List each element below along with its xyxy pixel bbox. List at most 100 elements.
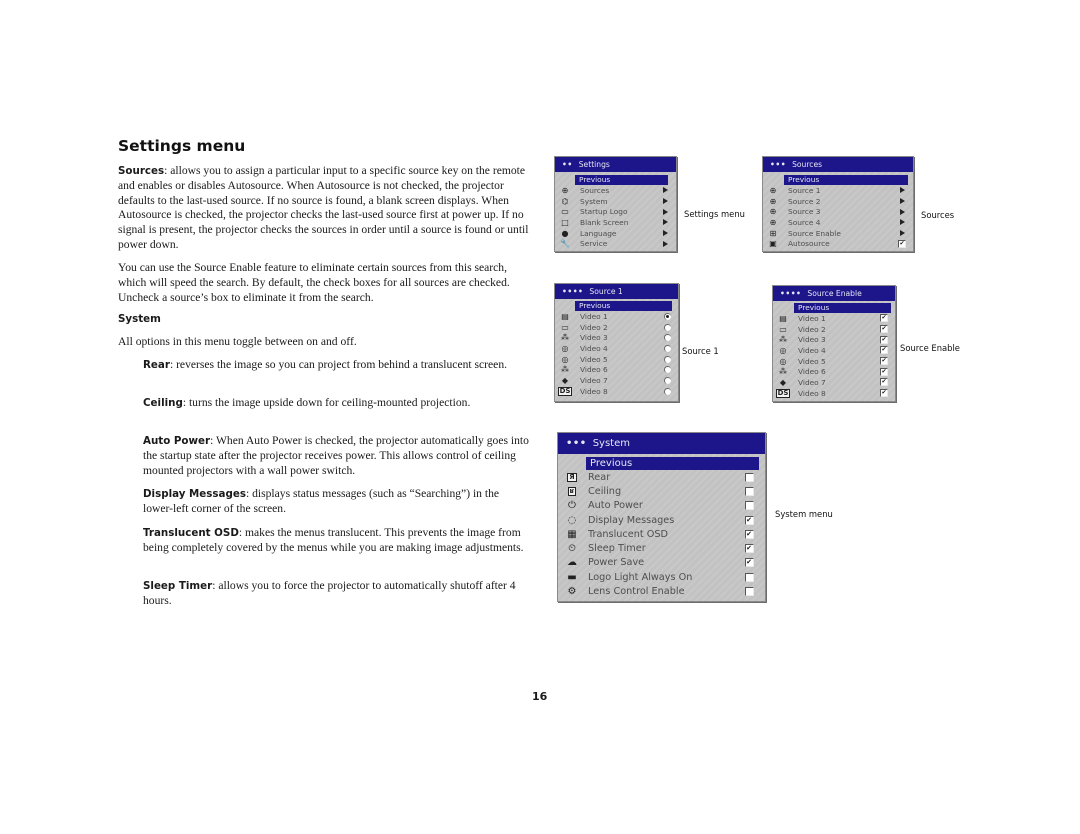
menu-item[interactable]: ▭ Video 2 ✔	[773, 324, 895, 335]
menu-item-control[interactable]	[743, 587, 755, 597]
menu-item-control[interactable]	[662, 376, 672, 384]
radio-unselected[interactable]	[663, 323, 671, 331]
menu-item-control[interactable]	[660, 208, 670, 215]
checkbox-unchecked[interactable]	[744, 572, 754, 582]
menu-item[interactable]: ◎ Video 5	[555, 354, 678, 365]
menu-item-control[interactable]: ✔	[743, 544, 755, 554]
radio-unselected[interactable]	[663, 376, 671, 384]
previous-item[interactable]: Previous	[784, 175, 908, 185]
menu-item-control[interactable]: ✔	[879, 367, 889, 376]
menu-item[interactable]: ◎ Video 4 ✔	[773, 345, 895, 356]
menu-item-control[interactable]	[743, 572, 755, 582]
checkbox-unchecked[interactable]	[744, 472, 754, 482]
menu-item-control[interactable]: ✔	[743, 558, 755, 568]
checkbox-checked[interactable]: ✔	[880, 314, 888, 323]
menu-item[interactable]: ▣ Autosource ✔	[763, 238, 913, 249]
menu-item-control[interactable]	[660, 198, 670, 205]
menu-item-control[interactable]	[660, 240, 670, 247]
menu-item[interactable]: ⊞ Source Enable	[763, 228, 913, 239]
menu-item[interactable]: ▤ Video 1 ✔	[773, 313, 895, 324]
menu-item[interactable]: ▭ Startup Logo	[555, 206, 676, 217]
menu-item[interactable]: Я Rear	[558, 470, 765, 484]
checkbox-unchecked[interactable]	[744, 587, 754, 597]
menu-item-control[interactable]	[897, 208, 907, 215]
menu-item[interactable]: ⁂ Video 3	[555, 332, 678, 343]
checkbox-checked[interactable]: ✔	[880, 357, 888, 366]
menu-item[interactable]: ⊕ Source 3	[763, 206, 913, 217]
menu-item-control[interactable]: ✔	[879, 378, 889, 387]
checkbox-unchecked[interactable]	[744, 501, 754, 511]
menu-item[interactable]: ◎ Video 5 ✔	[773, 356, 895, 367]
menu-item-control[interactable]: ✔	[897, 239, 907, 248]
menu-item[interactable]: DS Video 8 ✔	[773, 388, 895, 399]
previous-item[interactable]: Previous	[575, 175, 668, 185]
menu-item[interactable]: ⊕ Source 2	[763, 196, 913, 207]
menu-item[interactable]: ▬ Logo Light Always On	[558, 570, 765, 584]
menu-item-control[interactable]: ✔	[879, 325, 889, 334]
radio-unselected[interactable]	[663, 334, 671, 342]
checkbox-checked[interactable]: ✔	[744, 515, 754, 525]
menu-item-control[interactable]: ✔	[879, 335, 889, 344]
radio-unselected[interactable]	[663, 344, 671, 352]
previous-item[interactable]: Previous	[794, 303, 891, 313]
menu-item-control[interactable]: ✔	[879, 389, 889, 398]
checkbox-checked[interactable]: ✔	[744, 544, 754, 554]
checkbox-checked[interactable]: ✔	[744, 529, 754, 539]
radio-unselected[interactable]	[663, 366, 671, 374]
menu-item-control[interactable]: ✔	[879, 314, 889, 323]
radio-unselected[interactable]	[663, 387, 671, 395]
menu-item[interactable]: ◌ Display Messages ✔	[558, 513, 765, 527]
menu-item-control[interactable]	[662, 366, 672, 374]
menu-item[interactable]: ʁ Ceiling	[558, 484, 765, 498]
menu-item[interactable]: ⏲ Sleep Timer ✔	[558, 541, 765, 555]
menu-item-control[interactable]	[897, 187, 907, 194]
menu-item[interactable]: ⌬ System	[555, 196, 676, 207]
checkbox-unchecked[interactable]	[744, 486, 754, 496]
checkbox-checked[interactable]: ✔	[898, 239, 906, 248]
checkbox-checked[interactable]: ✔	[880, 378, 888, 387]
previous-item[interactable]: Previous	[575, 301, 672, 311]
menu-item[interactable]: DS Video 8	[555, 386, 678, 397]
menu-item-control[interactable]	[662, 355, 672, 363]
checkbox-checked[interactable]: ✔	[880, 335, 888, 344]
menu-item-control[interactable]	[897, 198, 907, 205]
menu-item[interactable]: ◆ Video 7	[555, 375, 678, 386]
menu-item-control[interactable]	[662, 344, 672, 352]
menu-item-control[interactable]	[662, 323, 672, 331]
menu-item[interactable]: ⊕ Source 4	[763, 217, 913, 228]
menu-item[interactable]: □ Blank Screen	[555, 217, 676, 228]
checkbox-checked[interactable]: ✔	[880, 367, 888, 376]
menu-item-control[interactable]: ✔	[743, 515, 755, 525]
menu-item[interactable]: ⊕ Source 1	[763, 185, 913, 196]
menu-item[interactable]: ⁂ Video 3 ✔	[773, 334, 895, 345]
menu-item-control[interactable]	[743, 472, 755, 482]
checkbox-checked[interactable]: ✔	[880, 325, 888, 334]
menu-item[interactable]: ● Language	[555, 228, 676, 239]
menu-item-control[interactable]	[743, 486, 755, 496]
menu-item-control[interactable]	[662, 387, 672, 395]
checkbox-checked[interactable]: ✔	[744, 558, 754, 568]
menu-item[interactable]: ☁ Power Save ✔	[558, 556, 765, 570]
menu-item[interactable]: 🔧 Service	[555, 238, 676, 249]
radio-unselected[interactable]	[663, 355, 671, 363]
menu-item-control[interactable]	[660, 230, 670, 237]
menu-item-control[interactable]: ✔	[879, 346, 889, 355]
menu-item-control[interactable]: ✔	[879, 357, 889, 366]
menu-item[interactable]: ▤ Video 1	[555, 311, 678, 322]
menu-item-control[interactable]	[660, 219, 670, 226]
menu-item[interactable]: ⏻ Auto Power	[558, 499, 765, 513]
menu-item-control[interactable]	[662, 334, 672, 342]
menu-item[interactable]: ⚙ Lens Control Enable	[558, 584, 765, 598]
menu-item[interactable]: ⁂ Video 6	[555, 364, 678, 375]
menu-item[interactable]: ◆ Video 7 ✔	[773, 377, 895, 388]
menu-item-control[interactable]	[743, 501, 755, 511]
menu-item[interactable]: ⁂ Video 6 ✔	[773, 366, 895, 377]
radio-selected[interactable]	[663, 312, 671, 320]
menu-item[interactable]: ▭ Video 2	[555, 322, 678, 333]
checkbox-checked[interactable]: ✔	[880, 346, 888, 355]
checkbox-checked[interactable]: ✔	[880, 389, 888, 398]
menu-item-control[interactable]	[662, 312, 672, 320]
menu-item-control[interactable]	[897, 230, 907, 237]
menu-item[interactable]: ◎ Video 4	[555, 343, 678, 354]
menu-item-control[interactable]: ✔	[743, 529, 755, 539]
